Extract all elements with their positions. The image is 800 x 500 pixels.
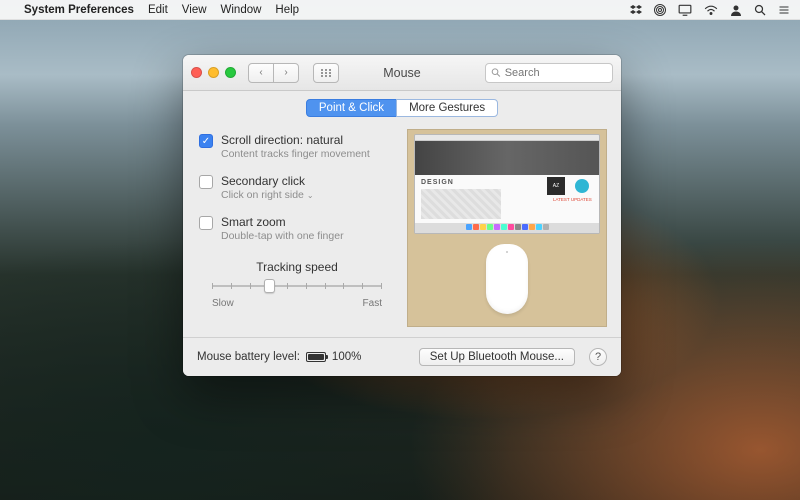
preview-side-label: LATEST UPDATES — [553, 197, 593, 202]
preview-mouse-icon — [486, 244, 528, 314]
tracking-speed-label: Tracking speed — [199, 260, 395, 274]
gesture-preview: DESIGN AZ LATEST UPDATES — [407, 129, 607, 327]
option-secondary-click: Secondary click Click on right side⌄ — [199, 174, 395, 201]
window-titlebar[interactable]: ‹ › Mouse — [183, 55, 621, 91]
preview-dock — [415, 223, 599, 233]
user-icon[interactable] — [730, 4, 742, 16]
checkbox-secondary-click[interactable] — [199, 175, 213, 189]
tab-point-and-click[interactable]: Point & Click — [306, 99, 397, 117]
menu-view[interactable]: View — [182, 4, 207, 16]
window-footer: Mouse battery level: 100% Set Up Bluetoo… — [183, 337, 621, 376]
preview-design-label: DESIGN — [421, 179, 454, 186]
option-subtitle: Content tracks finger movement — [221, 148, 370, 160]
dropbox-icon[interactable] — [630, 4, 642, 16]
tabs: Point & Click More Gestures — [306, 99, 498, 117]
option-title: Scroll direction: natural — [221, 133, 370, 147]
menubar-app-name[interactable]: System Preferences — [24, 4, 134, 16]
spotlight-icon[interactable] — [754, 4, 766, 16]
notification-center-icon[interactable] — [778, 4, 790, 16]
forward-button[interactable]: › — [273, 63, 299, 83]
option-scroll-direction: ✓ Scroll direction: natural Content trac… — [199, 133, 395, 160]
search-icon — [491, 67, 501, 78]
option-title: Secondary click — [221, 174, 314, 188]
setup-bluetooth-button[interactable]: Set Up Bluetooth Mouse... — [419, 348, 575, 366]
wifi-icon[interactable] — [704, 4, 718, 16]
battery-value: 100% — [332, 351, 361, 363]
tracking-speed-block: Tracking speed Slow Fast — [199, 260, 395, 309]
battery-icon — [306, 352, 326, 362]
slider-thumb[interactable] — [264, 279, 275, 293]
chevron-down-icon[interactable]: ⌄ — [307, 191, 314, 200]
menu-edit[interactable]: Edit — [148, 4, 168, 16]
option-title: Smart zoom — [221, 215, 344, 229]
show-all-button[interactable] — [313, 63, 339, 83]
minimize-icon[interactable] — [208, 67, 219, 78]
close-icon[interactable] — [191, 67, 202, 78]
battery-label: Mouse battery level: — [197, 351, 300, 363]
help-button[interactable]: ? — [589, 348, 607, 366]
tab-more-gestures[interactable]: More Gestures — [396, 99, 498, 117]
display-icon[interactable] — [678, 4, 692, 16]
preferences-window: ‹ › Mouse Point & Click More Gestures ✓ … — [183, 55, 621, 376]
option-smart-zoom: Smart zoom Double-tap with one finger — [199, 215, 395, 242]
airdrop-icon[interactable] — [654, 4, 666, 16]
menu-window[interactable]: Window — [221, 4, 262, 16]
preview-screen: DESIGN AZ LATEST UPDATES — [414, 134, 600, 234]
option-subtitle: Double-tap with one finger — [221, 230, 344, 242]
search-field[interactable] — [485, 63, 613, 83]
slider-ticks — [212, 278, 382, 294]
zoom-icon[interactable] — [225, 67, 236, 78]
slider-max-label: Fast — [363, 298, 382, 309]
tracking-speed-slider[interactable] — [212, 278, 382, 294]
menu-help[interactable]: Help — [275, 4, 299, 16]
checkbox-scroll-direction[interactable]: ✓ — [199, 134, 213, 148]
preview-badge: AZ — [547, 177, 565, 195]
search-input[interactable] — [505, 67, 607, 79]
checkbox-smart-zoom[interactable] — [199, 216, 213, 230]
menubar: System Preferences Edit View Window Help — [0, 0, 800, 20]
option-subtitle[interactable]: Click on right side⌄ — [221, 189, 314, 201]
back-button[interactable]: ‹ — [248, 63, 274, 83]
slider-min-label: Slow — [212, 298, 234, 309]
